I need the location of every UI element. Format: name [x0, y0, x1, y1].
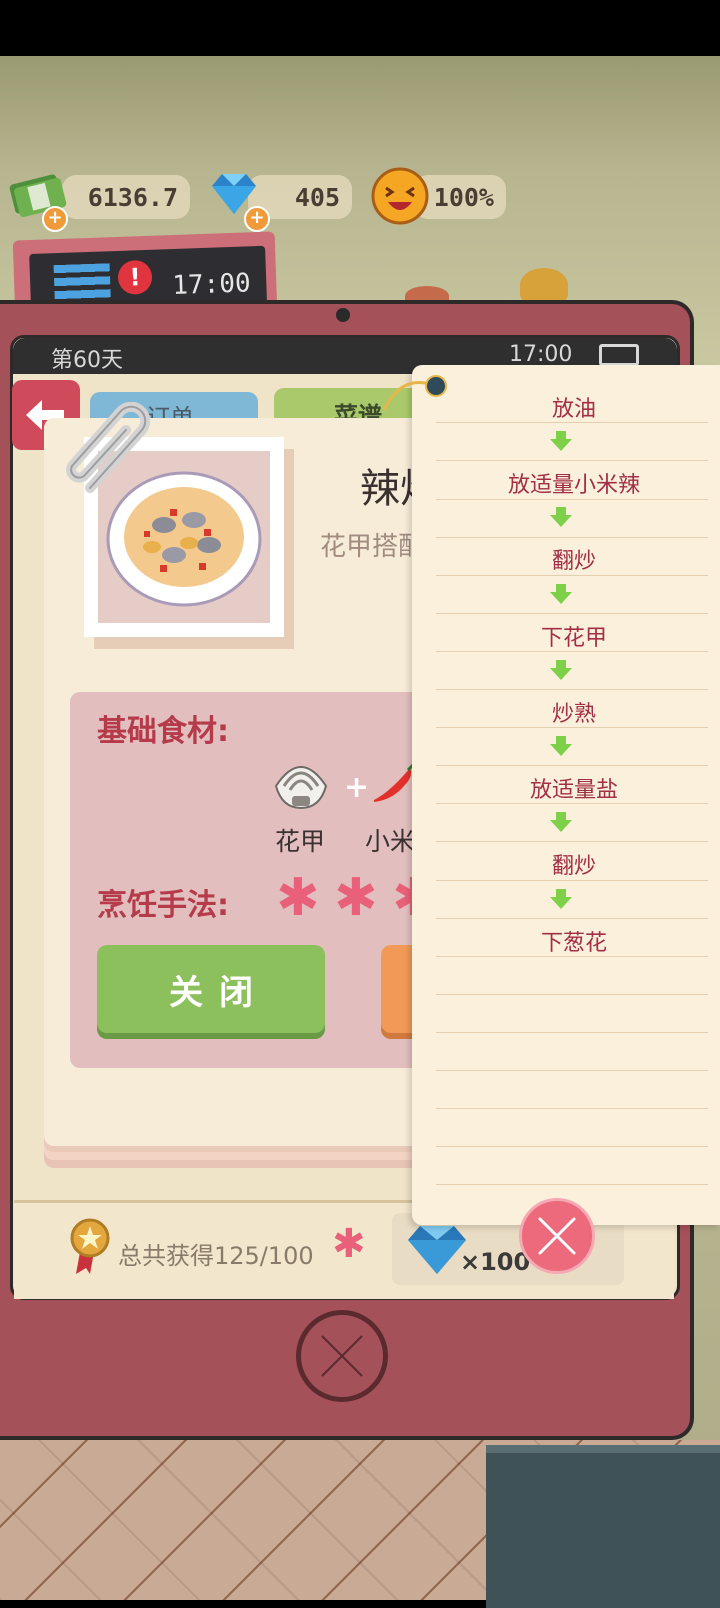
sign-clock: 17:00: [171, 268, 252, 302]
technique-star-1: ✱: [276, 868, 320, 928]
step-5: 炒熟: [551, 702, 596, 727]
total-earned-text: 总共获得125/100: [118, 1242, 314, 1270]
clam-icon: [274, 766, 328, 810]
paperclip-icon: [66, 402, 151, 493]
step-8: 下葱花: [540, 931, 607, 956]
notes-line: [436, 918, 708, 919]
notes-line: [436, 1184, 708, 1185]
bell-decoration: [520, 268, 568, 302]
step-7: 翻炒: [551, 854, 596, 879]
home-x-icon: [321, 1335, 363, 1377]
notes-line: [436, 499, 708, 500]
down-arrow-icon: [550, 660, 572, 680]
down-arrow-icon: [550, 812, 572, 832]
gem-value: 405: [294, 182, 340, 212]
down-arrow-icon: [550, 889, 572, 909]
notes-line: [436, 1032, 708, 1033]
notes-line: [436, 1070, 708, 1071]
star-icon: ✱: [332, 1221, 366, 1267]
tablet-home-button[interactable]: [296, 1310, 388, 1402]
notes-line: [436, 460, 708, 461]
step-2: 放适量小米辣: [507, 473, 640, 498]
down-arrow-icon: [550, 431, 572, 451]
down-arrow-icon: [550, 736, 572, 756]
notes-line: [436, 575, 708, 576]
notes-line: [436, 689, 708, 690]
ingredient-clam-label: 花甲: [275, 827, 326, 856]
close-button-label: 关闭: [169, 972, 269, 1013]
medal-icon: [70, 1218, 110, 1274]
step-3: 翻炒: [551, 549, 596, 574]
chili-icon: [374, 762, 416, 802]
satisfaction-value: 100%: [433, 182, 494, 212]
technique-star-3: ✱: [392, 872, 414, 924]
step-6: 放适量盐: [529, 778, 618, 803]
kitchen-counter: [486, 1445, 720, 1608]
step-1: 放油: [551, 397, 596, 422]
notes-line: [436, 994, 708, 995]
notes-line: [436, 765, 708, 766]
ingredient-chili-label: 小米: [365, 827, 415, 856]
plus-sign: +: [344, 770, 370, 805]
notes-line: [436, 613, 708, 614]
step-4: 下花甲: [540, 626, 607, 651]
technique-label: 烹饪手法:: [97, 888, 229, 923]
list-icon: [53, 263, 111, 302]
notes-line: [436, 537, 708, 538]
add-money-button[interactable]: +: [42, 206, 68, 232]
base-ingredients-label: 基础食材:: [97, 714, 229, 749]
down-arrow-icon: [550, 507, 572, 527]
notes-line: [436, 880, 708, 881]
notes-line: [436, 841, 708, 842]
reward-amount: ×100: [460, 1248, 531, 1276]
day-label: 第60天: [51, 348, 123, 373]
recipe-subtitle: 花甲搭配: [320, 532, 425, 562]
tablet-camera: [336, 308, 350, 322]
money-counter: 6136.7: [62, 175, 190, 219]
down-arrow-icon: [550, 584, 572, 604]
technique-star-2: ✱: [334, 868, 378, 928]
notes-line: [436, 1146, 708, 1147]
close-steps-button[interactable]: [519, 1198, 595, 1274]
money-value: 6136.7: [87, 182, 178, 212]
battery-icon: [599, 344, 639, 366]
close-button[interactable]: 关闭: [97, 945, 325, 1033]
notes-line: [436, 1108, 708, 1109]
happy-face-icon: [371, 167, 429, 225]
close-icon: [538, 1217, 576, 1255]
tablet-time: 17:00: [509, 342, 573, 367]
add-gems-button[interactable]: +: [244, 206, 270, 232]
